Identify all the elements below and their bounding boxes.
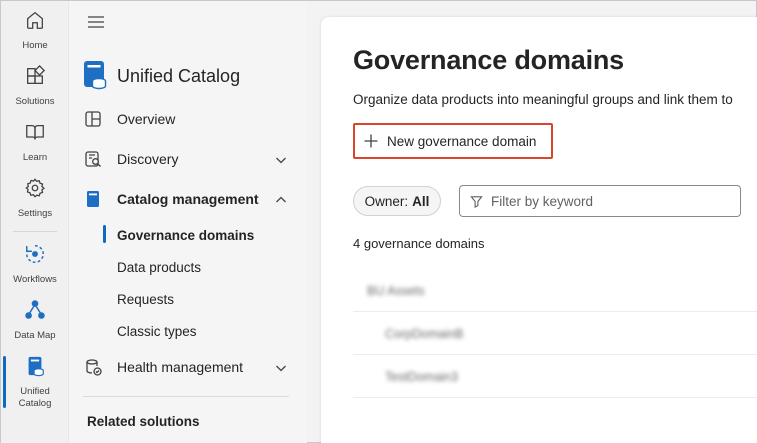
rail-label-learn: Learn (22, 152, 48, 163)
nav-label-overview: Overview (117, 111, 176, 127)
home-icon (24, 9, 46, 36)
owner-filter-label: Owner: (364, 193, 409, 209)
sub-item-data-products[interactable]: Data products (117, 257, 201, 277)
rail-label-unified-catalog: Unified Catalog (18, 386, 52, 409)
owner-filter-pill[interactable]: Owner: All (353, 186, 441, 216)
rail-label-settings: Settings (17, 208, 53, 219)
rail-label-data-map: Data Map (14, 330, 56, 341)
filter-keyword-input[interactable] (491, 193, 731, 209)
health-management-icon (83, 357, 103, 377)
rail-label-home: Home (22, 40, 48, 51)
table-row[interactable]: BU Assets (353, 270, 757, 312)
data-map-icon (24, 299, 46, 326)
app-rail: Home Solutions Learn Settings Workflows … (1, 1, 69, 443)
chevron-down-icon (275, 153, 287, 165)
app-title: Unified Catalog (117, 65, 241, 86)
rail-item-data-map[interactable]: Data Map (1, 299, 69, 351)
row-name: CorpDomainB (385, 326, 464, 341)
filter-icon (470, 195, 483, 208)
main-content: Governance domains Organize data product… (321, 17, 757, 443)
row-name: TestDomain3 (385, 369, 458, 384)
rail-item-solutions[interactable]: Solutions (1, 65, 69, 117)
rail-label-workflows: Workflows (13, 274, 57, 285)
page-description: Organize data products into meaningful g… (353, 92, 733, 107)
domain-count: 4 governance domains (353, 236, 485, 251)
catalog-management-icon (83, 189, 103, 209)
table-row[interactable]: CorpDomainB (353, 313, 757, 355)
rail-label-solutions: Solutions (15, 96, 55, 107)
new-governance-domain-label: New governance domain (387, 133, 537, 149)
sub-item-governance-domains[interactable]: Governance domains (117, 225, 254, 245)
unified-catalog-icon (83, 61, 107, 91)
nav-item-health-management[interactable]: Health management (83, 353, 297, 381)
owner-filter-value: All (412, 193, 430, 209)
nav-panel: Unified Catalog Overview Discovery Catal… (69, 1, 307, 443)
related-solutions-heading: Related solutions (87, 414, 200, 429)
nav-divider (83, 396, 289, 397)
overview-icon (83, 109, 103, 129)
hamburger-menu-button[interactable] (87, 14, 105, 30)
solutions-icon (24, 65, 46, 92)
sub-item-classic-types[interactable]: Classic types (117, 321, 197, 341)
plus-icon (364, 134, 378, 148)
filter-box[interactable] (459, 185, 741, 217)
rail-item-learn[interactable]: Learn (1, 121, 69, 173)
catalog-icon (24, 355, 46, 382)
page-title: Governance domains (353, 45, 624, 75)
rail-divider (13, 231, 57, 232)
workflow-icon (24, 243, 46, 270)
sub-item-requests[interactable]: Requests (117, 289, 174, 309)
rail-item-unified-catalog[interactable]: Unified Catalog (1, 355, 69, 415)
discovery-icon (83, 149, 103, 169)
menu-icon (88, 16, 104, 28)
rail-item-settings[interactable]: Settings (1, 177, 69, 229)
chevron-up-icon (275, 193, 287, 205)
nav-label-catalog-management: Catalog management (117, 191, 259, 207)
nav-label-health-management: Health management (117, 359, 244, 375)
gear-icon (24, 177, 46, 204)
rail-item-workflows[interactable]: Workflows (1, 243, 69, 295)
rail-item-home[interactable]: Home (1, 9, 69, 61)
app-header: Unified Catalog (83, 61, 240, 91)
nav-label-discovery: Discovery (117, 151, 179, 167)
nav-item-catalog-management[interactable]: Catalog management (83, 185, 297, 213)
nav-item-discovery[interactable]: Discovery (83, 145, 297, 173)
new-governance-domain-button[interactable]: New governance domain (353, 123, 553, 159)
book-icon (24, 121, 46, 148)
table-row[interactable]: TestDomain3 (353, 356, 757, 398)
chevron-down-icon (275, 361, 287, 373)
nav-item-overview[interactable]: Overview (83, 105, 297, 133)
selected-indicator (103, 225, 106, 243)
row-name: BU Assets (367, 283, 425, 298)
